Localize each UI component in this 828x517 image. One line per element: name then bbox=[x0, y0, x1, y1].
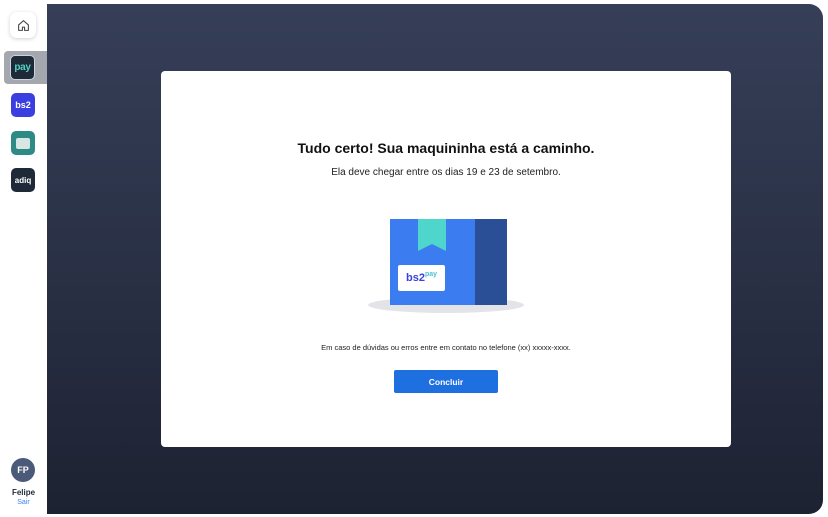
modal-subtitle: Ela deve chegar entre os dias 19 e 23 de… bbox=[331, 167, 561, 178]
app-pay-label: pay bbox=[14, 62, 31, 73]
confirmation-modal: Tudo certo! Sua maquininha está a caminh… bbox=[161, 71, 731, 447]
package-side bbox=[475, 219, 507, 305]
sidebar: pay bs2 adiq FP Felipe Sair bbox=[0, 0, 47, 517]
home-icon bbox=[17, 19, 29, 31]
avatar-initials: FP bbox=[17, 465, 29, 475]
logout-link[interactable]: Sair bbox=[0, 499, 47, 506]
card-icon bbox=[16, 137, 30, 149]
modal-title: Tudo certo! Sua maquininha está a caminh… bbox=[297, 140, 595, 156]
app-adiq-button[interactable]: adiq bbox=[11, 168, 35, 192]
user-name: Felipe bbox=[11, 488, 36, 497]
package-label-pay: pay bbox=[424, 270, 438, 278]
app-adiq-label: adiq bbox=[14, 175, 32, 185]
contact-text: Em caso de dúvidas ou erros entre em con… bbox=[321, 343, 571, 352]
home-button[interactable] bbox=[10, 12, 36, 38]
confirm-button[interactable]: Concluir bbox=[394, 370, 498, 393]
package-label: bs2 pay bbox=[398, 265, 445, 291]
app-card-button[interactable] bbox=[11, 131, 35, 155]
user-avatar[interactable]: FP bbox=[11, 458, 35, 482]
app-bs2-label: bs2 bbox=[15, 100, 31, 110]
app-pay-button[interactable]: pay bbox=[10, 55, 35, 80]
app-bs2-button[interactable]: bs2 bbox=[11, 93, 35, 117]
package-label-bs2: bs2 bbox=[405, 272, 425, 284]
